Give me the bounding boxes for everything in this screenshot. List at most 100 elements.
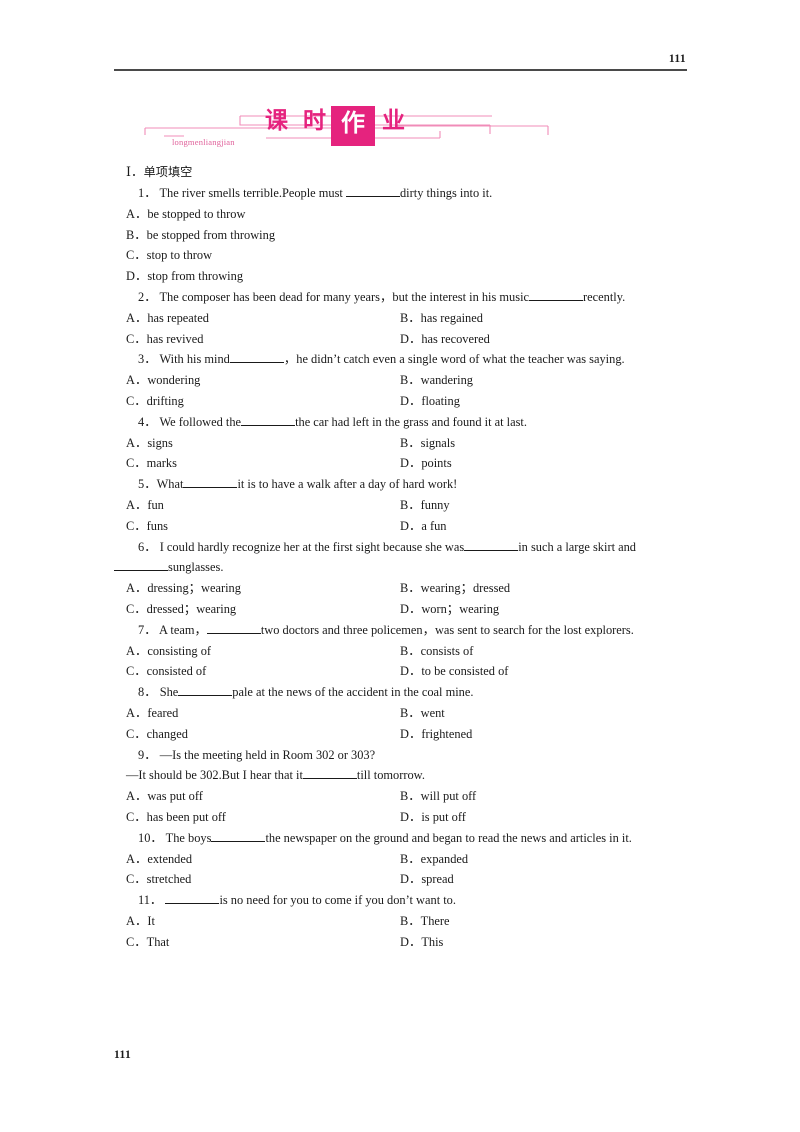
option-d[interactable]: D．worn；wearing [400,599,687,620]
question-number: 10． [138,830,163,845]
option-b[interactable]: B．There [400,911,687,932]
option-row: A．was put off B．will put off [114,786,687,807]
option-text: spread [421,872,454,887]
option-mark: C． [126,872,147,887]
option-b[interactable]: B．signals [400,433,687,454]
answer-blank[interactable] [464,538,519,551]
option-mark: D． [400,518,422,533]
option-a[interactable]: A．feared [126,703,400,724]
answer-blank[interactable] [345,185,400,197]
answer-blank[interactable] [178,684,233,697]
option-b[interactable]: B．wearing；dressed [400,578,687,599]
option-c[interactable]: C．has been put off [126,807,400,828]
answer-blank[interactable] [529,289,584,301]
answer-blank[interactable] [302,767,357,780]
option-mark: C． [126,456,147,471]
option-text: will put off [420,789,477,804]
option-b[interactable]: B．has regained [400,308,687,329]
answer-blank[interactable] [183,476,238,489]
option-c[interactable]: C．consisted of [126,661,400,682]
option-c[interactable]: C．drifting [126,391,400,412]
header-rule [114,69,687,71]
option-d[interactable]: D．to be consisted of [400,661,687,682]
option-d[interactable]: D．spread [400,869,687,890]
option-b[interactable]: B．expanded [400,849,687,870]
option-text: consisted of [146,664,207,679]
section-heading: Ⅰ．单项填空 [126,162,687,183]
option-c[interactable]: C．has revived [126,329,400,350]
option-a[interactable]: A．consisting of [126,641,400,662]
option-a[interactable]: A．It [126,911,400,932]
option-row: C．funs D．a fun [114,516,687,537]
option-c[interactable]: C．changed [126,724,400,745]
option-text: fun [147,497,164,512]
option-a[interactable]: A．signs [126,433,400,454]
option-c[interactable]: C．stop to throw [126,248,212,262]
answer-blank[interactable] [229,351,284,364]
option-c[interactable]: C．That [126,932,400,953]
option-a[interactable]: A．wondering [126,370,400,391]
option-mark: A． [126,497,148,512]
option-b[interactable]: B．consists of [400,641,687,662]
section-title-text: 单项填空 [143,165,193,179]
option-d[interactable]: D．is put off [400,807,687,828]
option-mark: C． [126,664,147,679]
option-c[interactable]: C．marks [126,453,400,474]
option-a[interactable]: A．fun [126,495,400,516]
question-text-post: the newspaper on the ground and began to… [265,830,632,845]
option-row: C．dressed；wearing D．worn；wearing [114,599,687,620]
question-text-post: recently. [583,289,626,304]
option-d[interactable]: D．This [400,932,687,953]
option-mark: D． [400,872,422,887]
option-text: stretched [146,872,192,887]
option-text: There [420,913,450,928]
option-mark: B． [400,789,421,804]
option-mark: A． [126,373,148,388]
option-mark: C． [126,518,147,533]
question-number: 11． [138,893,163,908]
option-b[interactable]: B．will put off [400,786,687,807]
option-text: wandering [420,373,473,388]
option-d[interactable]: D．a fun [400,516,687,537]
option-c[interactable]: C．funs [126,516,400,537]
question-stem: 10． The boys the newspaper on the ground … [114,828,687,849]
question-text-pre: The boys [165,830,212,845]
option-b[interactable]: B．went [400,703,687,724]
question-text-post: dirty things into it. [399,186,493,200]
answer-blank[interactable] [165,892,220,905]
option-a[interactable]: A．dressing；wearing [126,578,400,599]
option-c[interactable]: C．stretched [126,869,400,890]
option-b[interactable]: B．funny [400,495,687,516]
option-mark: D． [400,809,422,824]
option-d[interactable]: D．has recovered [400,329,687,350]
option-text: consists of [420,643,474,658]
option-a[interactable]: A．extended [126,849,400,870]
option-c[interactable]: C．dressed；wearing [126,599,400,620]
answer-blank[interactable] [211,829,266,842]
question-stem: 7． A team， two doctors and three policeme… [114,620,687,641]
option-b[interactable]: B．wandering [400,370,687,391]
option-mark: B． [400,373,421,388]
question-stem: 2． The composer has been dead for many y… [114,287,687,308]
option-d[interactable]: D．floating [400,391,687,412]
question-number: 4． [138,414,157,429]
option-d[interactable]: D．points [400,453,687,474]
answer-blank[interactable] [206,621,261,634]
option-a[interactable]: A．be stopped to throw [126,207,245,221]
question-text-post: pale at the news of the accident in the … [232,685,474,700]
option-mark: A． [126,581,148,596]
option-text: is put off [421,809,466,824]
question-number: 3． [138,352,157,367]
option-text: signals [420,435,456,450]
option-text: stop from throwing [147,269,244,284]
option-a[interactable]: A．was put off [126,786,400,807]
option-b[interactable]: B．be stopped from throwing [126,228,275,242]
option-mark: C． [126,934,147,949]
question-number: 7． [138,622,157,637]
option-d[interactable]: D．stop from throwing [126,269,243,283]
answer-blank[interactable] [241,413,296,426]
option-d[interactable]: D．frightened [400,724,687,745]
answer-blank[interactable] [114,559,168,572]
page-header: 111 [114,52,687,71]
option-a[interactable]: A．has repeated [126,308,400,329]
